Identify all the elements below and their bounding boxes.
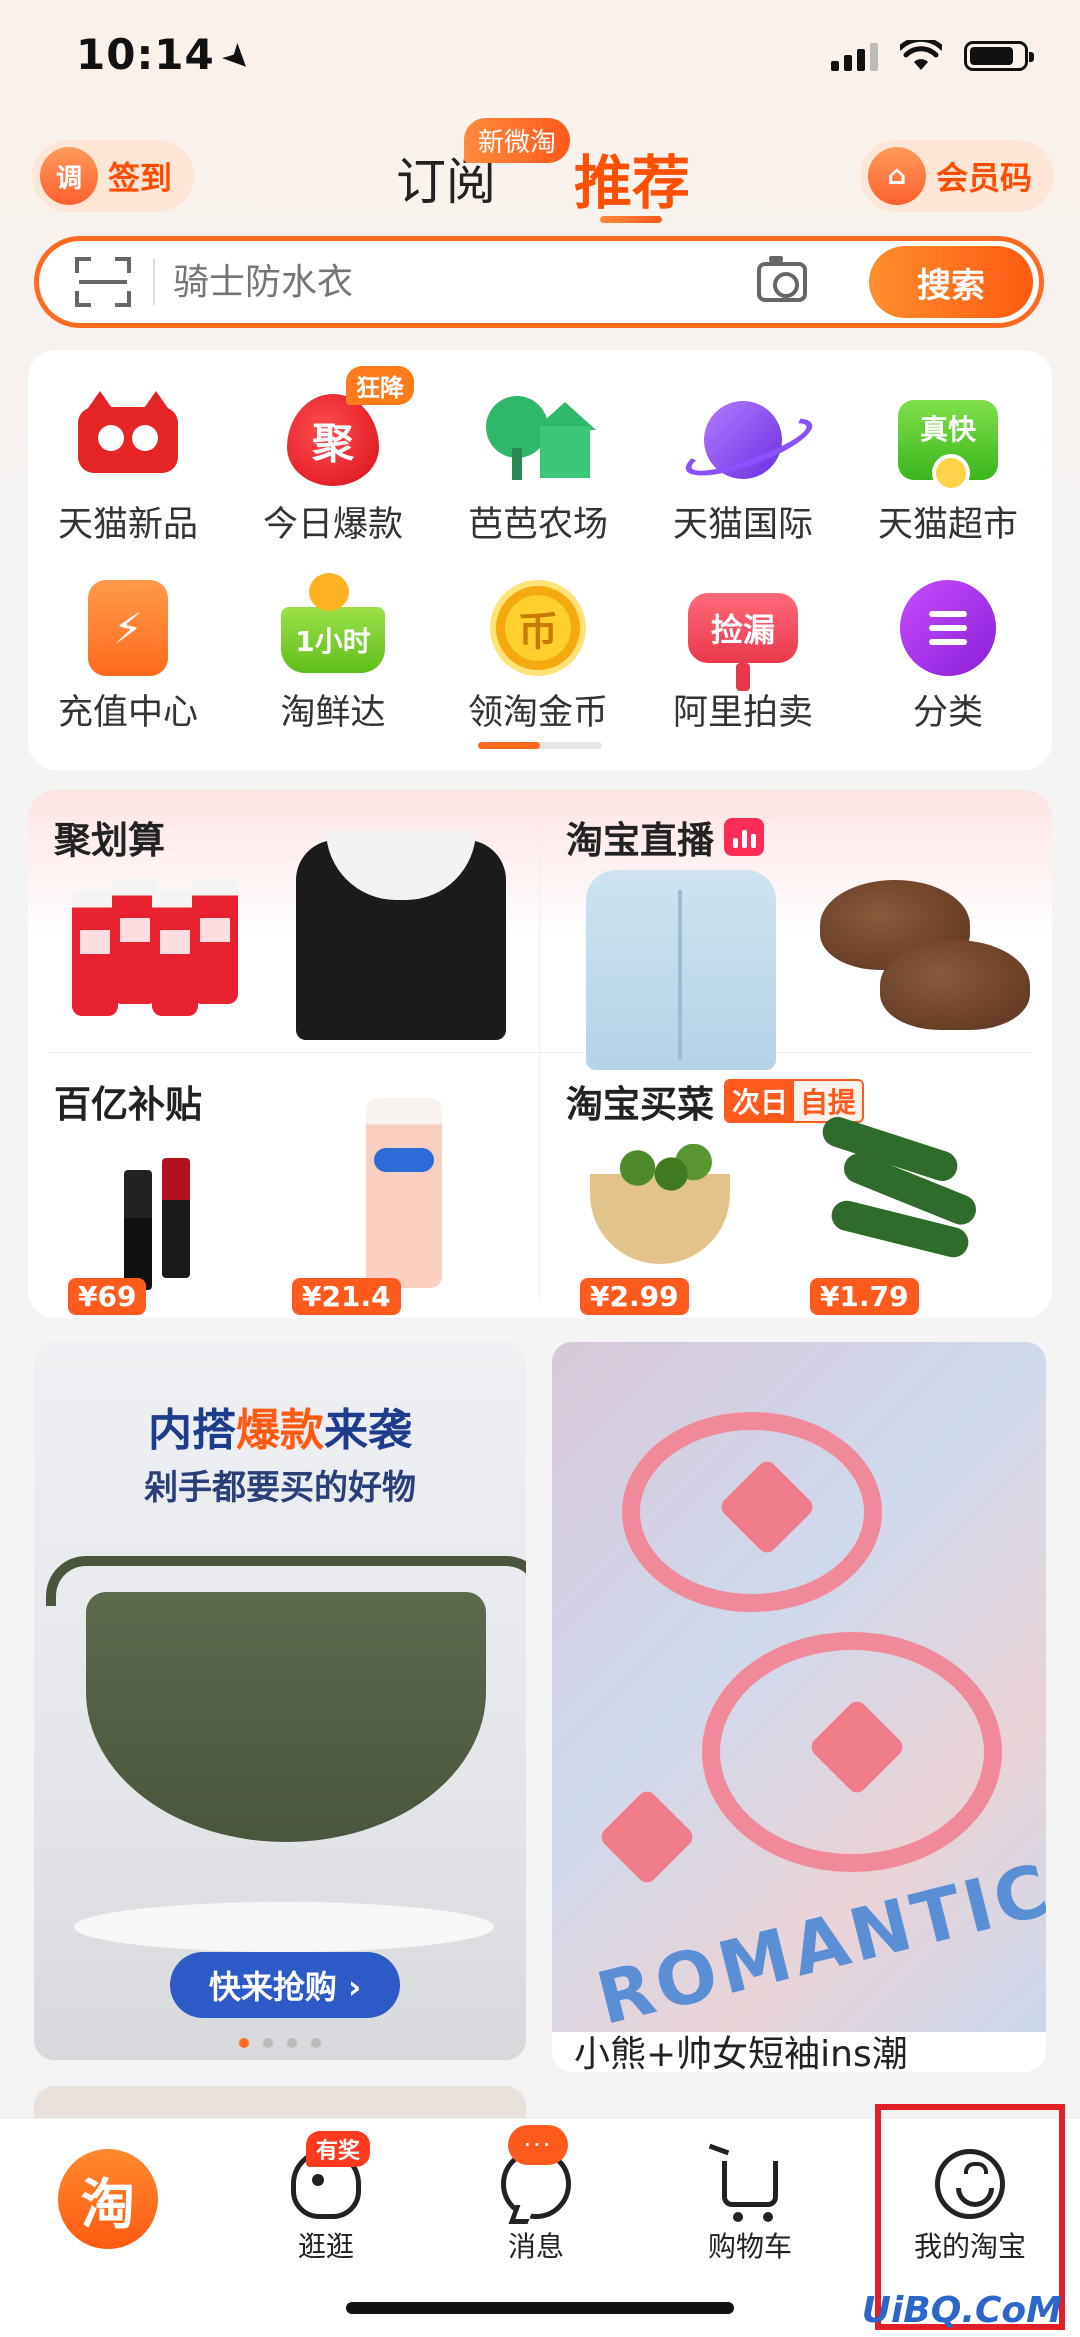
category-label: 领淘金币 — [467, 693, 608, 733]
camera-icon[interactable] — [757, 256, 807, 302]
ad-headline: 内搭爆款来袭 — [148, 1405, 412, 1456]
home-indicator[interactable] — [346, 2302, 734, 2314]
cellular-signal-icon — [831, 41, 878, 71]
category-label: 天猫新品 — [57, 505, 198, 545]
product-image — [46, 1556, 526, 1842]
category-label: 今日爆款 — [262, 505, 403, 545]
basket-icon: 1小时 — [278, 573, 388, 678]
tab-home[interactable]: 淘 — [28, 2149, 188, 2249]
auction-icon: 捡漏 — [688, 578, 798, 691]
promo-title: 百亿补贴 — [54, 1083, 202, 1126]
recharge-icon: ⚡ — [73, 578, 183, 678]
promo-subsidy[interactable]: 百亿补贴 ¥69 ¥21.4 — [28, 1054, 540, 1318]
coin-icon: 币 — [483, 578, 593, 678]
supermarket-icon: 真快 — [893, 390, 1003, 492]
location-arrow-icon: ➤ — [212, 33, 263, 83]
category-label: 阿里拍卖 — [672, 693, 813, 733]
tab-recommend[interactable]: 推荐 — [574, 136, 690, 220]
feed-card-ad[interactable]: 内搭爆款来袭 剁手都要买的好物 快来抢购 › — [34, 1342, 526, 2060]
category-label: 芭芭农场 — [467, 505, 608, 545]
promo-grid: 聚划算 淘宝直播 百亿补贴 ¥69 ¥21.4 淘宝买菜 次日 自提 ¥2.99… — [28, 790, 1052, 1318]
member-code-icon: ⌂ — [867, 147, 926, 205]
tab-subscribe-badge: 新微淘 — [464, 118, 571, 163]
category-recharge[interactable]: ⚡ 充值中心 — [28, 578, 228, 735]
price-tag: ¥2.99 — [580, 1278, 689, 1315]
category-auction[interactable]: 捡漏 阿里拍卖 — [643, 578, 843, 735]
promo-title: 淘宝买菜 次日 自提 — [566, 1074, 865, 1128]
menu-icon — [893, 578, 1003, 678]
category-grid: 天猫新品 聚 狂降 今日爆款 芭芭农场 天猫国际 真快 天猫超市 ⚡ 充值中心 … — [28, 350, 1052, 770]
category-farm[interactable]: 芭芭农场 — [438, 390, 638, 547]
cart-icon — [722, 2161, 778, 2222]
tab-label: 消息 — [507, 2230, 564, 2263]
ad-subheadline: 剁手都要买的好物 — [144, 1468, 416, 1508]
category-label: 分类 — [912, 693, 983, 733]
search-bar: 搜索 — [34, 236, 1044, 328]
carousel-dots — [34, 2038, 526, 2048]
feed-card-product[interactable]: ROMANTIC 小熊+帅女短袖ins潮 — [552, 1342, 1046, 2072]
battery-icon — [964, 41, 1034, 71]
search-button[interactable]: 搜索 — [869, 246, 1033, 318]
status-icons — [831, 40, 1034, 72]
price-tag: ¥69 — [68, 1278, 147, 1315]
category-coins[interactable]: 币 领淘金币 — [438, 578, 638, 735]
tab-messages[interactable]: ··· 消息 — [456, 2125, 616, 2265]
status-time: 10:14➤ — [76, 30, 263, 83]
promo-title: 淘宝直播 — [566, 810, 764, 864]
price-tag: ¥21.4 — [292, 1278, 401, 1315]
category-label: 天猫超市 — [877, 505, 1018, 545]
category-tmall-new[interactable]: 天猫新品 — [28, 390, 228, 547]
promo-grocery[interactable]: 淘宝买菜 次日 自提 ¥2.99 ¥1.79 — [540, 1054, 1052, 1318]
pedestal-image — [74, 1902, 494, 1952]
category-all[interactable]: 分类 — [848, 578, 1048, 735]
tab-label: 购物车 — [707, 2230, 792, 2263]
wifi-icon — [900, 40, 942, 70]
category-tmall-intl[interactable]: 天猫国际 — [643, 390, 843, 547]
active-tab-indicator — [600, 216, 662, 223]
category-fresh[interactable]: 1小时 淘鲜达 — [233, 573, 433, 735]
planet-icon — [688, 390, 798, 490]
category-supermarket[interactable]: 真快 天猫超市 — [848, 390, 1048, 547]
hot-deal-icon: 聚 狂降 — [278, 366, 414, 490]
tab-label: 逛逛 — [297, 2230, 354, 2263]
product-title: 小熊+帅女短袖ins潮 — [552, 2032, 1046, 2072]
member-code-label: 会员码 — [935, 159, 1032, 197]
taobao-home-icon: 淘 — [58, 2149, 158, 2249]
promo-live[interactable]: 淘宝直播 — [540, 790, 1052, 1070]
search-separator — [153, 259, 155, 305]
tab-cart[interactable]: 购物车 — [670, 2149, 830, 2265]
promo-juhuasuan[interactable]: 聚划算 — [28, 790, 540, 1054]
price-tag: ¥1.79 — [810, 1278, 919, 1315]
messages-badge: ··· — [508, 2125, 568, 2165]
member-code-button[interactable]: ⌂ 会员码 — [859, 140, 1054, 212]
category-scroll-indicator — [478, 742, 602, 749]
category-label: 天猫国际 — [672, 505, 813, 545]
stroll-badge: 有奖 — [306, 2131, 371, 2167]
live-icon — [724, 818, 764, 856]
farm-icon — [483, 390, 596, 490]
pickup-tag: 次日 自提 — [724, 1079, 865, 1123]
category-label: 淘鲜达 — [280, 693, 386, 733]
scan-icon[interactable] — [75, 257, 131, 307]
buy-now-button[interactable]: 快来抢购 › — [170, 1952, 400, 2018]
promo-title: 聚划算 — [54, 819, 165, 862]
checkin-icon: 调 — [40, 147, 98, 205]
tmall-new-icon — [73, 390, 183, 490]
category-label: 充值中心 — [57, 693, 198, 733]
tab-stroll[interactable]: 有奖 逛逛 — [246, 2131, 406, 2265]
checkin-button[interactable]: 调 签到 — [32, 140, 195, 212]
hot-deal-badge: 狂降 — [346, 366, 414, 405]
watermark: UiBQ.CoM — [861, 2290, 1062, 2331]
status-bar: 10:14➤ — [0, 0, 1080, 115]
top-header: 调 签到 订阅 新微淘 推荐 ⌂ 会员码 — [0, 118, 1080, 230]
category-hot-deal[interactable]: 聚 狂降 今日爆款 — [233, 366, 433, 547]
search-input[interactable] — [173, 261, 733, 303]
checkin-label: 签到 — [108, 159, 173, 197]
